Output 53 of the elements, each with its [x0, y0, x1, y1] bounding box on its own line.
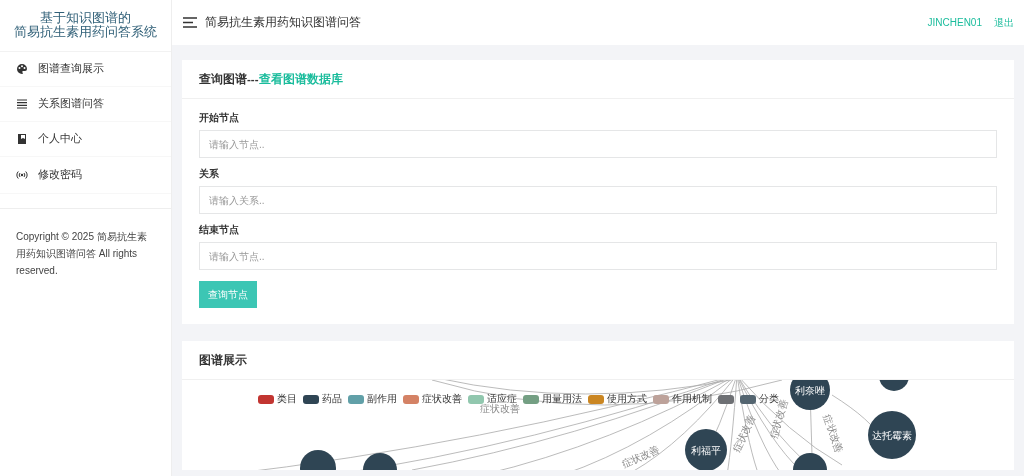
graph-node[interactable]: [790, 380, 830, 410]
legend-swatch[interactable]: [740, 394, 756, 404]
graph-node[interactable]: [685, 429, 727, 470]
input-field[interactable]: 请输入关系..: [199, 186, 997, 214]
edge-label: 症状改善: [480, 403, 520, 414]
legend-label: 用量用法: [542, 392, 582, 406]
legend-swatch[interactable]: [588, 394, 604, 404]
field-label: 开始节点: [199, 111, 239, 125]
book-icon: [16, 133, 28, 145]
node-label: 利福平: [691, 445, 721, 456]
legend-label: 分类: [759, 392, 779, 404]
legend-label: 作用机制: [672, 392, 712, 406]
legend-label: 使用方式: [607, 392, 647, 406]
nav-item[interactable]: 个人中心: [0, 122, 171, 157]
graph-node[interactable]: [868, 411, 916, 459]
input-field[interactable]: 请输入节点..: [199, 130, 997, 158]
node-label: 利奈唑: [795, 385, 825, 396]
palette-icon: [16, 63, 28, 75]
app-title: 基于知识图谱的 简易抗生素用药问答系统: [0, 0, 171, 52]
page-title: 简易抗生素用药知识图谱问答: [205, 14, 361, 31]
legend-swatch[interactable]: [523, 394, 539, 404]
card-title: 查询图谱---查看图谱数据库: [199, 72, 344, 87]
legend-swatch[interactable]: [303, 394, 319, 404]
input-field[interactable]: 请输入节点..: [199, 242, 997, 270]
legend-swatch[interactable]: [718, 394, 734, 404]
legend-label: 类目: [277, 392, 297, 406]
node-label: 达托霉素: [872, 430, 912, 441]
legend-swatch[interactable]: [468, 394, 484, 404]
nav-item[interactable]: 修改密码: [0, 157, 171, 194]
edge-label: 症状改善: [730, 413, 758, 454]
menu-icon[interactable]: [183, 17, 197, 28]
edge-label: 症状改善: [620, 443, 661, 470]
nav-item[interactable]: 图谱查询展示: [0, 52, 171, 87]
graph-node[interactable]: [300, 450, 336, 470]
graph-node[interactable]: [363, 453, 397, 470]
legend-label: 药品: [322, 392, 342, 406]
field-label: 结束节点: [199, 223, 239, 237]
field-label: 关系: [199, 167, 219, 181]
edge-label: 症状改善: [821, 413, 846, 455]
graph-node[interactable]: [793, 453, 827, 470]
broadcast-icon: [16, 169, 28, 181]
nav-item[interactable]: 关系图谱问答: [0, 87, 171, 122]
copyright-text: Copyright © 2025 简易抗生素用药知识图谱问答 All rights reserved.: [15, 230, 148, 278]
legend-swatch[interactable]: [348, 394, 364, 404]
legend-label: 适应症: [487, 392, 517, 404]
card-title: 图谱展示: [199, 353, 248, 368]
legend-swatch[interactable]: [403, 394, 419, 404]
legend-label: 症状改善: [422, 392, 462, 406]
legend-swatch[interactable]: [653, 394, 669, 404]
graph-node[interactable]: [879, 380, 909, 391]
list-icon: [16, 98, 28, 110]
legend-swatch[interactable]: [258, 394, 274, 404]
legend-label: 副作用: [367, 392, 397, 406]
